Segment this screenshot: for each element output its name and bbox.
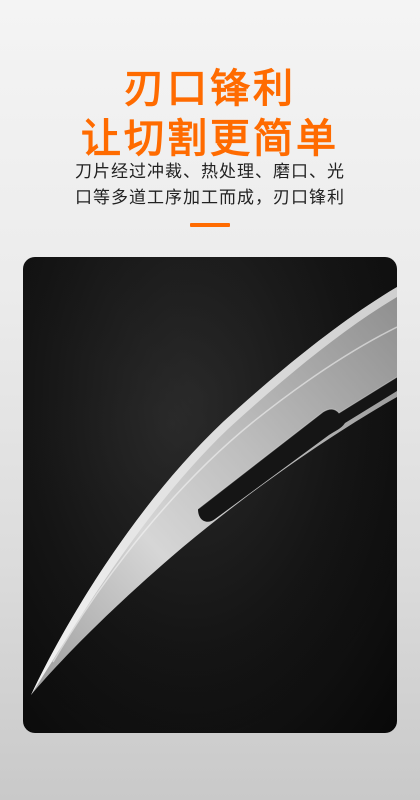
headline-line-1: 刃口锋利: [124, 66, 296, 112]
description-line-2: 口等多道工序加工而成，刃口锋利: [75, 188, 345, 208]
description-line-1: 刀片经过冲裁、热处理、磨口、光: [75, 162, 345, 182]
accent-divider: [190, 223, 230, 227]
product-photo-panel: [23, 257, 397, 733]
scalpel-blade-icon: [23, 257, 397, 733]
headline-line-2: 让切割更简单: [81, 116, 339, 162]
